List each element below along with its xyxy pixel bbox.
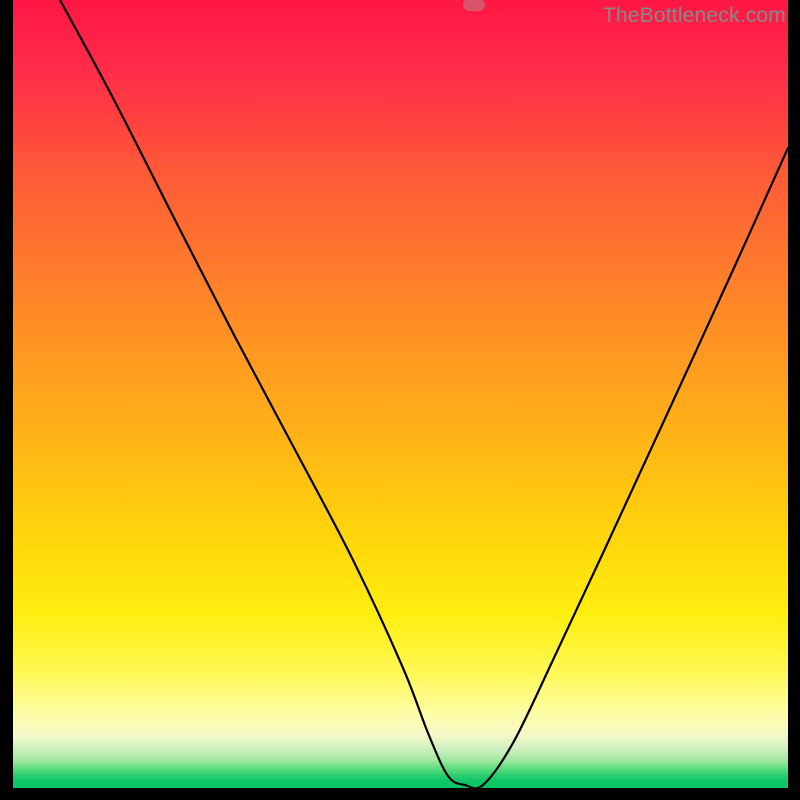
curve-svg — [13, 0, 788, 788]
watermark-text: TheBottleneck.com — [603, 4, 786, 28]
bottleneck-curve — [60, 0, 788, 788]
optimum-marker — [463, 0, 485, 11]
gradient-plot-area — [13, 0, 788, 788]
